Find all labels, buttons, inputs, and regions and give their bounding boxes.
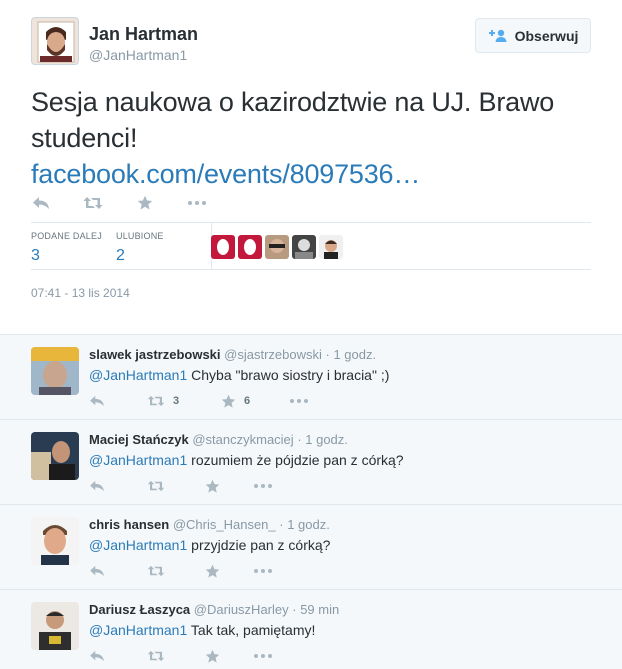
reply-time[interactable]: · 1 godz. [326,347,377,362]
favorite-star-icon[interactable] [135,193,155,213]
reply-text: @JanHartman1 rozumiem że pójdzie pan z c… [89,452,404,468]
tweet-actions [31,193,207,213]
favoriter-avatar[interactable] [211,235,235,259]
tweet-body: Sesja naukowa o kazirodztwie na UJ. Braw… [31,87,555,153]
retweet-icon[interactable] [83,193,103,213]
reply-actions: 3 6 [89,392,309,410]
follow-user-plus-icon [488,29,507,42]
reply-retweet-count: 3 [173,395,180,407]
retweet-stat[interactable]: PODANE DALEJ 3 [31,231,102,265]
tweet-link[interactable]: facebook.com/events/8097536… [31,159,420,189]
retweets-label: PODANE DALEJ [31,231,102,241]
reply-mention[interactable]: @JanHartman1 [89,452,187,468]
favorites-count: 2 [116,247,125,264]
reply-text: @JanHartman1 Tak tak, pamiętamy! [89,622,315,638]
favoriter-avatars [211,235,343,259]
favoriter-avatar[interactable] [292,235,316,259]
reply-icon[interactable] [89,480,147,492]
more-options-icon[interactable] [289,398,309,404]
reply-mention[interactable]: @JanHartman1 [89,622,187,638]
reply-avatar[interactable] [31,347,79,395]
reply-header: Dariusz Łaszyca @DariuszHarley · 59 min [89,602,339,617]
reply-author-handle[interactable]: @DariuszHarley [194,602,289,617]
retweet-icon[interactable]: 3 [147,395,221,407]
reply-author-handle[interactable]: @sjastrzebowski [224,347,322,362]
favoriter-avatar[interactable] [265,235,289,259]
reply-actions [89,647,273,665]
favorite-star-icon[interactable] [205,479,253,494]
reply-item[interactable]: Dariusz Łaszyca @DariuszHarley · 59 min … [0,590,622,669]
replies-list: slawek jastrzebowski @sjastrzebowski · 1… [0,334,622,669]
follow-button-label: Obserwuj [514,27,579,44]
retweet-icon[interactable] [147,650,205,662]
tweet-card: Jan Hartman @JanHartman1 Obserwuj Sesja … [0,0,622,334]
reply-avatar[interactable] [31,602,79,650]
reply-body: rozumiem że pójdzie pan z córką? [187,452,404,468]
reply-body: przyjdzie pan z córką? [187,537,331,553]
reply-text: @JanHartman1 przyjdzie pan z córką? [89,537,330,553]
favorite-stat[interactable]: ULUBIONE 2 [116,231,164,265]
favoriter-avatar[interactable] [319,235,343,259]
reply-body: Chyba "brawo siostry i bracia" ;) [187,367,390,383]
reply-text: @JanHartman1 Chyba "brawo siostry i brac… [89,367,389,383]
retweet-icon[interactable] [147,565,205,577]
follow-button[interactable]: Obserwuj [475,18,591,53]
tweet-text: Sesja naukowa o kazirodztwie na UJ. Braw… [31,84,601,192]
reply-header: slawek jastrzebowski @sjastrzebowski · 1… [89,347,376,362]
reply-item[interactable]: slawek jastrzebowski @sjastrzebowski · 1… [0,335,622,420]
favorites-label: ULUBIONE [116,231,164,241]
reply-time[interactable]: · 1 godz. [297,432,348,447]
reply-header: chris hansen @Chris_Hansen_ · 1 godz. [89,517,330,532]
reply-author-name[interactable]: slawek jastrzebowski [89,347,221,362]
reply-author-handle[interactable]: @Chris_Hansen_ [173,517,276,532]
more-options-icon[interactable] [187,193,207,213]
reply-favorite-count: 6 [244,395,251,407]
reply-author-name[interactable]: Maciej Stańczyk [89,432,189,447]
reply-item[interactable]: Maciej Stańczyk @stanczykmaciej · 1 godz… [0,420,622,505]
reply-time[interactable]: · 59 min [292,602,339,617]
favorite-star-icon[interactable] [205,649,253,664]
reply-icon[interactable] [89,565,147,577]
author-handle[interactable]: @JanHartman1 [89,47,187,63]
reply-icon[interactable] [89,650,147,662]
reply-author-name[interactable]: Dariusz Łaszyca [89,602,190,617]
retweets-count: 3 [31,247,40,264]
tweet-stats: PODANE DALEJ 3 ULUBIONE 2 [31,222,591,270]
reply-author-name[interactable]: chris hansen [89,517,169,532]
more-options-icon[interactable] [253,568,273,574]
favorite-star-icon[interactable] [205,564,253,579]
author-name[interactable]: Jan Hartman [89,24,198,45]
reply-actions [89,562,273,580]
more-options-icon[interactable] [253,653,273,659]
reply-actions [89,477,273,495]
reply-avatar[interactable] [31,517,79,565]
user-avatar-icon [32,18,78,64]
reply-avatar[interactable] [31,432,79,480]
reply-time[interactable]: · 1 godz. [279,517,330,532]
reply-mention[interactable]: @JanHartman1 [89,537,187,553]
reply-mention[interactable]: @JanHartman1 [89,367,187,383]
retweet-icon[interactable] [147,480,205,492]
tweet-timestamp[interactable]: 07:41 - 13 lis 2014 [31,286,130,300]
favoriter-avatar[interactable] [238,235,262,259]
favorite-star-icon[interactable]: 6 [221,394,289,409]
reply-icon[interactable] [31,193,51,213]
author-avatar[interactable] [31,17,79,65]
reply-item[interactable]: chris hansen @Chris_Hansen_ · 1 godz. @J… [0,505,622,590]
reply-header: Maciej Stańczyk @stanczykmaciej · 1 godz… [89,432,348,447]
reply-body: Tak tak, pamiętamy! [187,622,316,638]
reply-author-handle[interactable]: @stanczykmaciej [192,432,293,447]
reply-icon[interactable] [89,395,147,407]
more-options-icon[interactable] [253,483,273,489]
